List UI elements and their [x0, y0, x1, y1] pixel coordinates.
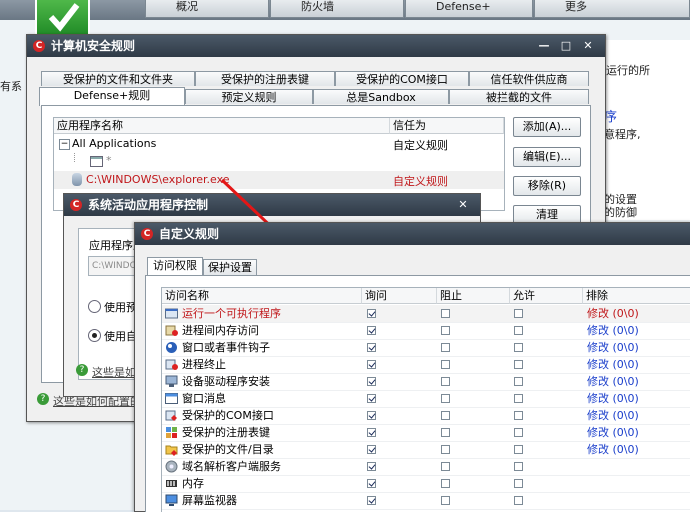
ask-checkbox[interactable]	[367, 343, 376, 352]
allow-checkbox[interactable]	[514, 343, 523, 352]
access-name: 屏幕监视器	[182, 494, 237, 507]
block-checkbox[interactable]	[441, 377, 450, 386]
access-name: 窗口消息	[182, 392, 226, 405]
driver-icon	[165, 375, 178, 388]
allow-checkbox[interactable]	[514, 462, 523, 471]
access-name: 受保护的COM接口	[182, 409, 274, 422]
ask-checkbox[interactable]	[367, 496, 376, 505]
ask-checkbox[interactable]	[367, 428, 376, 437]
allow-checkbox[interactable]	[514, 394, 523, 403]
block-checkbox[interactable]	[441, 428, 450, 437]
ask-checkbox[interactable]	[367, 309, 376, 318]
allow-checkbox[interactable]	[514, 479, 523, 488]
tab-label: 保护设置	[208, 261, 252, 274]
ask-checkbox[interactable]	[367, 377, 376, 386]
dns-icon	[165, 460, 178, 473]
exclude-modify-link[interactable]: 修改 (0\0)	[587, 424, 639, 441]
ask-checkbox[interactable]	[367, 360, 376, 369]
ask-checkbox[interactable]	[367, 394, 376, 403]
column-header-block[interactable]: 阻止	[437, 288, 510, 304]
access-name: 进程间内存访问	[182, 324, 259, 337]
comodo-icon: C	[141, 228, 153, 240]
table-row[interactable]: 受保护的文件/目录 修改 (0\0)	[162, 441, 690, 459]
allow-checkbox[interactable]	[514, 496, 523, 505]
ram-icon	[165, 477, 178, 490]
exclude-modify-link[interactable]: 修改 (0\0)	[587, 373, 639, 390]
tab-label: 访问权限	[153, 259, 197, 272]
table-row[interactable]: 设备驱动程序安装 修改 (0\0)	[162, 373, 690, 391]
tab-access-rights[interactable]: 访问权限	[147, 257, 203, 276]
block-checkbox[interactable]	[441, 462, 450, 471]
column-header-allow[interactable]: 允许	[510, 288, 583, 304]
block-checkbox[interactable]	[441, 360, 450, 369]
table-row[interactable]: 受保护的注册表键 修改 (0\0)	[162, 424, 690, 442]
allow-checkbox[interactable]	[514, 326, 523, 335]
block-checkbox[interactable]	[441, 445, 450, 454]
access-name: 受保护的文件/目录	[182, 443, 274, 456]
custom-rules-window: C 自定义规则 访问权限 保护设置 访问名称 询问 阻止 允许 排除 运行一个可…	[134, 222, 690, 512]
column-header-exclude[interactable]: 排除	[583, 288, 690, 304]
table-row[interactable]: 内存	[162, 475, 690, 493]
table-row[interactable]: 窗口消息 修改 (0\0)	[162, 390, 690, 408]
exclude-modify-link[interactable]: 修改 (0\0)	[587, 356, 639, 373]
access-name: 内存	[182, 477, 204, 490]
table-row[interactable]: 运行一个可执行程序 修改 (0\0)	[162, 305, 690, 323]
tab-protection-settings[interactable]: 保护设置	[203, 259, 257, 276]
table-row[interactable]: 进程间内存访问 修改 (0\0)	[162, 322, 690, 340]
terminate-icon	[165, 358, 178, 371]
table-row[interactable]: 进程终止 修改 (0\0)	[162, 356, 690, 374]
registry-icon	[165, 426, 178, 439]
memory-icon	[165, 324, 178, 337]
block-checkbox[interactable]	[441, 479, 450, 488]
block-checkbox[interactable]	[441, 496, 450, 505]
access-name: 设备驱动程序安装	[182, 375, 270, 388]
exclude-modify-link[interactable]: 修改 (0\0)	[587, 407, 639, 424]
com-icon	[165, 409, 178, 422]
column-header-ask[interactable]: 询问	[362, 288, 437, 304]
exclude-modify-link[interactable]: 修改 (0\0)	[587, 305, 639, 322]
allow-checkbox[interactable]	[514, 360, 523, 369]
ask-checkbox[interactable]	[367, 462, 376, 471]
ask-checkbox[interactable]	[367, 479, 376, 488]
table-row[interactable]: 受保护的COM接口 修改 (0\0)	[162, 407, 690, 425]
access-name: 域名解析客户端服务	[182, 460, 281, 473]
table-row[interactable]: 域名解析客户端服务	[162, 458, 690, 476]
ask-checkbox[interactable]	[367, 445, 376, 454]
access-name: 运行一个可执行程序	[182, 307, 281, 320]
exclude-modify-link[interactable]: 修改 (0\0)	[587, 441, 639, 458]
ask-checkbox[interactable]	[367, 326, 376, 335]
allow-checkbox[interactable]	[514, 377, 523, 386]
allow-checkbox[interactable]	[514, 309, 523, 318]
column-header-access-name[interactable]: 访问名称	[162, 288, 362, 304]
allow-checkbox[interactable]	[514, 428, 523, 437]
exclude-modify-link[interactable]: 修改 (0\0)	[587, 390, 639, 407]
allow-checkbox[interactable]	[514, 411, 523, 420]
access-rules-table[interactable]: 访问名称 询问 阻止 允许 排除 运行一个可执行程序 修改 (0\0) 进程间内存访…	[161, 287, 690, 512]
access-name: 进程终止	[182, 358, 226, 371]
hook-icon	[165, 341, 178, 354]
window-titlebar[interactable]: C 自定义规则	[135, 223, 690, 245]
exclude-modify-link[interactable]: 修改 (0\0)	[587, 322, 639, 339]
window-message-icon	[165, 392, 178, 405]
exclude-modify-link[interactable]: 修改 (0\0)	[587, 339, 639, 356]
block-checkbox[interactable]	[441, 326, 450, 335]
window-title: 自定义规则	[159, 227, 220, 241]
block-checkbox[interactable]	[441, 343, 450, 352]
access-name: 受保护的注册表键	[182, 426, 270, 439]
ask-checkbox[interactable]	[367, 411, 376, 420]
folder-icon	[165, 443, 178, 456]
exe-icon	[165, 307, 178, 320]
block-checkbox[interactable]	[441, 411, 450, 420]
table-row[interactable]: 屏幕监视器	[162, 492, 690, 510]
allow-checkbox[interactable]	[514, 445, 523, 454]
table-row[interactable]: 窗口或者事件钩子 修改 (0\0)	[162, 339, 690, 357]
block-checkbox[interactable]	[441, 394, 450, 403]
access-name: 窗口或者事件钩子	[182, 341, 270, 354]
block-checkbox[interactable]	[441, 309, 450, 318]
monitor-icon	[165, 494, 178, 507]
